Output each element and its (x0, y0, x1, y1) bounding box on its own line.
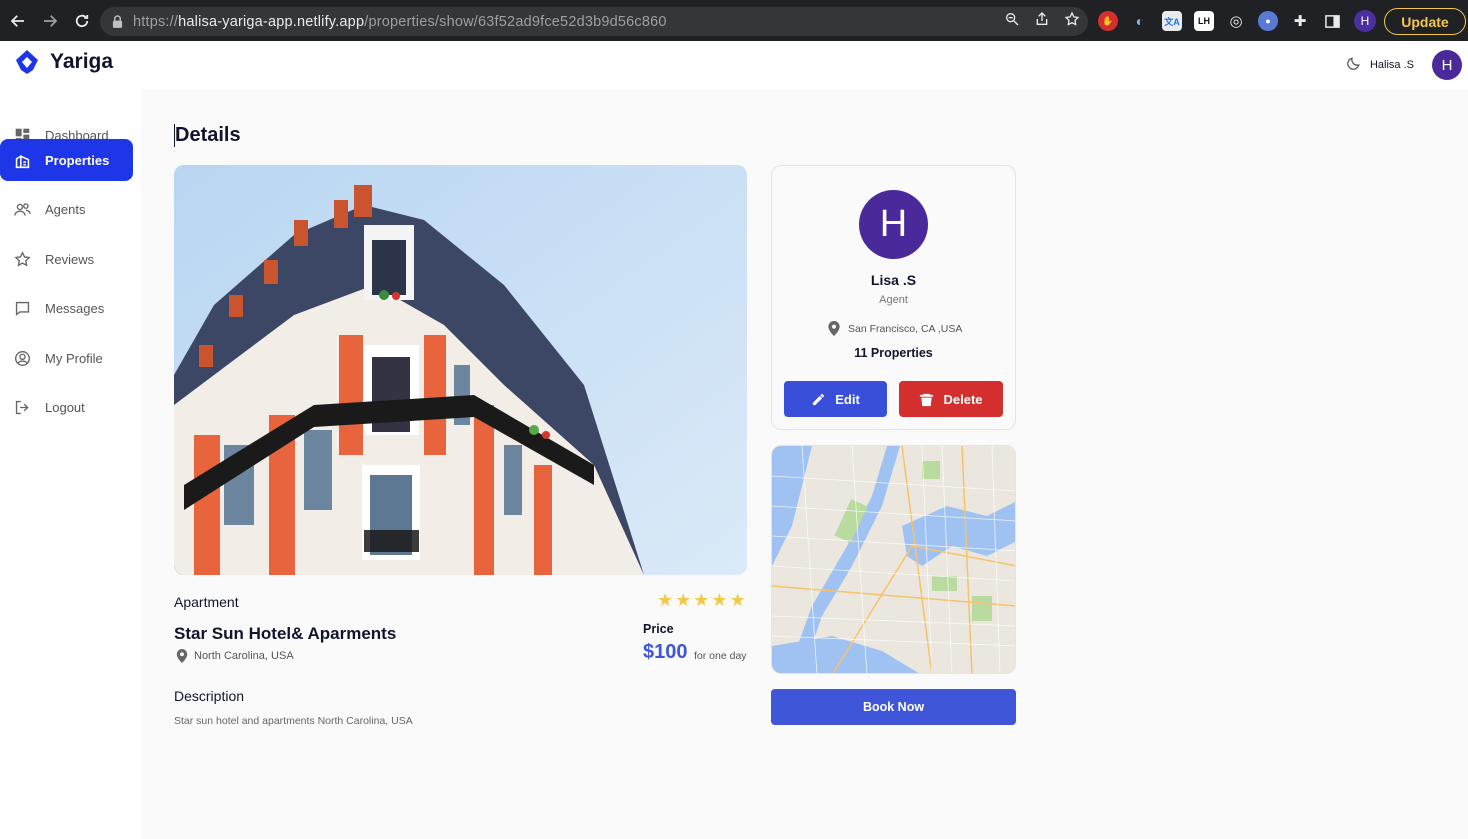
yariga-logo-icon (16, 50, 38, 74)
url-path: /properties/show/63f52ad9fce52d3b9d56c86… (364, 13, 667, 30)
url-scheme: https:// (133, 13, 179, 30)
extension-hand-icon[interactable]: ✋ (1098, 11, 1118, 31)
extension-target-icon[interactable]: ◎ (1226, 11, 1246, 31)
sidebar-item-label: My Profile (45, 350, 103, 366)
location-pin-icon (828, 321, 840, 336)
extension-lighthouse-icon[interactable]: LH (1194, 11, 1214, 31)
location-pin-icon (176, 649, 188, 663)
star-icon: ★ (693, 590, 710, 610)
edit-button[interactable]: Edit (784, 381, 887, 417)
extensions-puzzle-icon[interactable]: ✚ (1290, 11, 1310, 31)
agent-location-text: San Francisco, CA ,USA (848, 322, 963, 335)
logout-icon (15, 400, 29, 414)
price-label: Price (643, 622, 674, 636)
zoom-icon[interactable] (1004, 11, 1020, 32)
price-value: $100 (643, 641, 688, 663)
sidebar-item-properties[interactable]: Properties (0, 139, 133, 181)
sidebar-item-logout[interactable]: Logout (0, 386, 133, 428)
star-icon: ★ (711, 590, 728, 610)
property-image (174, 165, 747, 575)
property-title: Star Sun Hotel& Aparments (174, 624, 397, 643)
browser-update-button[interactable]: Update (1384, 8, 1466, 35)
reload-icon[interactable] (68, 7, 96, 35)
agent-avatar: H (859, 190, 928, 259)
agents-icon (14, 202, 31, 216)
sidebar-item-label: Properties (45, 152, 110, 168)
property-type: Apartment (174, 594, 239, 610)
avatar[interactable]: H (1432, 50, 1462, 80)
sidebar-item-label: Reviews (45, 251, 95, 267)
description-text: Star sun hotel and apartments North Caro… (174, 715, 413, 727)
sidebar-item-agents[interactable]: Agents (0, 188, 133, 230)
extension-translate-icon[interactable]: 文A (1162, 11, 1182, 31)
app-logo[interactable]: Yariga (12, 48, 113, 76)
browser-profile-avatar[interactable]: H (1354, 10, 1376, 32)
sidebar-item-my-profile[interactable]: My Profile (0, 337, 133, 379)
delete-button[interactable]: Delete (899, 381, 1003, 417)
extension-search-icon[interactable]: ◐ (1130, 11, 1150, 31)
top-header: Halisa .S H (141, 41, 1468, 89)
header-user-name: Halisa .S (1369, 59, 1414, 71)
message-icon (15, 301, 30, 316)
delete-label: Delete (943, 391, 983, 407)
star-icon (14, 250, 31, 267)
sidebar-item-label: Agents (45, 201, 86, 217)
logo-text: Yariga (50, 50, 114, 73)
side-panel-icon[interactable] (1322, 11, 1342, 31)
agent-role: Agent (879, 294, 908, 306)
sidebar-item-label: Messages (45, 300, 105, 316)
property-location-text: North Carolina, USA (194, 650, 294, 662)
url-host: halisa-yariga-app.netlify.app (178, 13, 365, 30)
location-map[interactable] (771, 445, 1016, 674)
agent-location: San Francisco, CA ,USA (828, 321, 962, 336)
agent-name: Lisa .S (870, 272, 917, 288)
address-bar[interactable]: https://halisa-yariga-app.netlify.app/pr… (100, 7, 1088, 36)
star-icon: ★ (675, 590, 692, 610)
agent-property-count: 11 Properties (854, 346, 933, 360)
property-location: North Carolina, USA (176, 649, 294, 663)
trash-icon (920, 393, 934, 406)
bookmark-star-icon[interactable] (1064, 11, 1080, 32)
url-text: https://halisa-yariga-app.netlify.app/pr… (133, 14, 667, 30)
browser-toolbar: https://halisa-yariga-app.netlify.app/pr… (0, 0, 1468, 41)
back-icon[interactable] (4, 7, 32, 35)
sidebar-item-messages[interactable]: Messages (0, 287, 133, 329)
forward-icon[interactable] (36, 7, 64, 35)
sidebar-item-label: Logout (45, 399, 85, 415)
lock-icon (112, 15, 123, 28)
properties-icon (15, 154, 30, 168)
profile-icon (15, 350, 30, 366)
sidebar: Yariga Dashboard Properties Agents Revie… (0, 41, 141, 839)
dark-mode-icon[interactable] (1346, 55, 1362, 76)
edit-label: Edit (835, 391, 860, 407)
pencil-icon (813, 393, 825, 405)
book-now-button[interactable]: Book Now (771, 689, 1016, 725)
page-title: Details (174, 124, 241, 147)
star-icon: ★ (729, 590, 746, 610)
rating-stars: ★ ★ ★ ★ ★ (657, 591, 746, 609)
description-label: Description (174, 688, 245, 704)
agent-card: H Lisa .S Agent San Francisco, CA ,USA 1… (771, 165, 1016, 430)
share-icon[interactable] (1034, 11, 1050, 32)
sidebar-item-reviews[interactable]: Reviews (0, 238, 133, 280)
star-icon: ★ (657, 590, 674, 610)
extension-circle-icon[interactable]: ● (1258, 11, 1278, 31)
price-period: for one day (694, 650, 747, 662)
